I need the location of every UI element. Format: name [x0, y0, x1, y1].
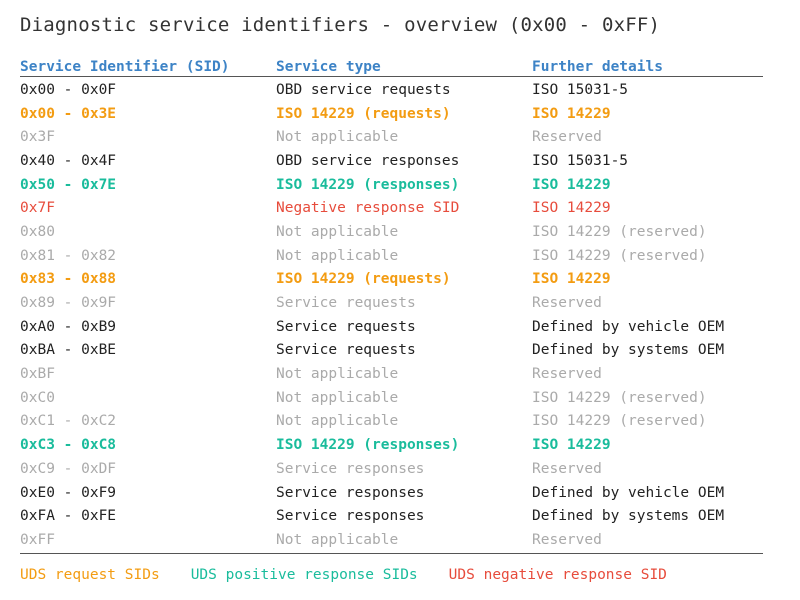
sid-cell: 0x40 - 0x4F — [20, 152, 117, 169]
details-cell: ISO 14229 — [532, 200, 611, 217]
details-cell: ISO 14229 — [532, 176, 611, 193]
service-type-cell: Service responses — [276, 460, 425, 477]
column-header-sid: Service Identifier (SID) — [20, 59, 230, 75]
sid-cell: 0xC9 - 0xDF — [20, 460, 117, 477]
details-cell: ISO 15031-5 — [532, 81, 629, 98]
sid-cell: 0xBF — [20, 366, 55, 383]
details-cell: Reserved — [532, 531, 602, 548]
table-row: 0x89 - 0x9F Service requests Reserved — [20, 291, 763, 315]
service-type-cell: Service responses — [276, 508, 425, 525]
page-title: Diagnostic service identifiers - overvie… — [20, 14, 661, 36]
details-cell: ISO 14229 (reserved) — [532, 389, 707, 406]
sid-cell: 0xFF — [20, 531, 55, 548]
table-bottom-divider — [20, 553, 763, 554]
column-header-further-details: Further details — [532, 59, 663, 75]
sid-cell: 0x00 - 0x3E — [20, 105, 117, 122]
service-type-cell: Not applicable — [276, 389, 399, 406]
details-cell: Reserved — [532, 366, 602, 383]
column-header-service-type: Service type — [276, 59, 381, 75]
details-cell: ISO 14229 — [532, 437, 611, 454]
legend-item-negative: UDS negative response SID — [448, 567, 667, 583]
service-type-cell: ISO 14229 (responses) — [276, 176, 460, 193]
service-type-cell: Not applicable — [276, 413, 399, 430]
table-row: 0xFA - 0xFE Service responses Defined by s… — [20, 504, 763, 528]
service-type-cell: Not applicable — [276, 247, 399, 264]
table-row: 0xC1 - 0xC2 Not applicable ISO 14229 (rese… — [20, 410, 763, 434]
sid-cell: 0x7F — [20, 200, 55, 217]
details-cell: ISO 14229 — [532, 271, 611, 288]
color-legend: UDS request SIDs UDS positive response SI… — [20, 567, 698, 583]
table-row: 0x00 - 0x0F OBD service requests ISO 15031… — [20, 78, 763, 102]
table-row: 0x40 - 0x4F OBD service responses ISO 1503… — [20, 149, 763, 173]
table-row: 0xBF Not applicable Reserved — [20, 362, 763, 386]
service-type-cell: OBD service requests — [276, 81, 451, 98]
details-cell: ISO 14229 (reserved) — [532, 247, 707, 264]
service-type-cell: Not applicable — [276, 366, 399, 383]
service-type-cell: Not applicable — [276, 129, 399, 146]
table-row: 0x80 Not applicable ISO 14229 (reserved) — [20, 220, 763, 244]
sid-cell: 0xC3 - 0xC8 — [20, 437, 117, 454]
details-cell: Defined by vehicle OEM — [532, 484, 725, 501]
table-row: 0x7F Negative response SID ISO 14229 — [20, 196, 763, 220]
table-body: 0x00 - 0x0F OBD service requests ISO 15031… — [20, 78, 763, 552]
service-type-cell: Negative response SID — [276, 200, 460, 217]
sid-cell: 0x89 - 0x9F — [20, 295, 117, 312]
sid-cell: 0xE0 - 0xF9 — [20, 484, 117, 501]
service-type-cell: Service requests — [276, 318, 416, 335]
service-type-cell: OBD service responses — [276, 152, 460, 169]
sid-cell: 0x3F — [20, 129, 55, 146]
sid-cell: 0xBA - 0xBE — [20, 342, 117, 359]
sid-cell: 0xC1 - 0xC2 — [20, 413, 117, 430]
sid-cell: 0x00 - 0x0F — [20, 81, 117, 98]
sid-cell: 0x83 - 0x88 — [20, 271, 117, 288]
table-row: 0xC0 Not applicable ISO 14229 (reserved) — [20, 386, 763, 410]
details-cell: Reserved — [532, 129, 602, 146]
sid-cell: 0xA0 - 0xB9 — [20, 318, 117, 335]
details-cell: Reserved — [532, 460, 602, 477]
table-header-row: Service Identifier (SID) Service type Fu… — [20, 55, 763, 77]
details-cell: Reserved — [532, 295, 602, 312]
details-cell: ISO 14229 (reserved) — [532, 223, 707, 240]
table-row: 0x83 - 0x88 ISO 14229 (requests) ISO 14229 — [20, 268, 763, 292]
details-cell: Defined by vehicle OEM — [532, 318, 725, 335]
service-type-cell: ISO 14229 (requests) — [276, 271, 451, 288]
service-type-cell: ISO 14229 (responses) — [276, 437, 460, 454]
details-cell: Defined by systems OEM — [532, 342, 725, 359]
table-row: 0x81 - 0x82 Not applicable ISO 14229 (rese… — [20, 244, 763, 268]
sid-cell: 0xFA - 0xFE — [20, 508, 117, 525]
table-row: 0x3F Not applicable Reserved — [20, 125, 763, 149]
sid-cell: 0xC0 — [20, 389, 55, 406]
table-row: 0xBA - 0xBE Service requests Defined by sy… — [20, 339, 763, 363]
details-cell: Defined by systems OEM — [532, 508, 725, 525]
sid-cell: 0x80 — [20, 223, 55, 240]
sid-table: Service Identifier (SID) Service type Fu… — [20, 55, 763, 552]
table-row: 0xE0 - 0xF9 Service responses Defined by v… — [20, 481, 763, 505]
table-row: 0xC9 - 0xDF Service responses Reserved — [20, 457, 763, 481]
service-type-cell: Not applicable — [276, 531, 399, 548]
service-type-cell: ISO 14229 (requests) — [276, 105, 451, 122]
table-row: 0xC3 - 0xC8 ISO 14229 (responses) ISO 1422… — [20, 433, 763, 457]
service-type-cell: Service responses — [276, 484, 425, 501]
sid-cell: 0x50 - 0x7E — [20, 176, 117, 193]
service-type-cell: Service requests — [276, 295, 416, 312]
service-type-cell: Not applicable — [276, 223, 399, 240]
details-cell: ISO 14229 — [532, 105, 611, 122]
table-row: 0xFF Not applicable Reserved — [20, 528, 763, 552]
table-row: 0x00 - 0x3E ISO 14229 (requests) ISO 14229 — [20, 102, 763, 126]
legend-item-request: UDS request SIDs — [20, 567, 160, 583]
details-cell: ISO 15031-5 — [532, 152, 629, 169]
service-type-cell: Service requests — [276, 342, 416, 359]
table-row: 0xA0 - 0xB9 Service requests Defined by ve… — [20, 315, 763, 339]
table-row: 0x50 - 0x7E ISO 14229 (responses) ISO 1422… — [20, 173, 763, 197]
legend-item-positive: UDS positive response SIDs — [190, 567, 418, 583]
sid-cell: 0x81 - 0x82 — [20, 247, 117, 264]
details-cell: ISO 14229 (reserved) — [532, 413, 707, 430]
